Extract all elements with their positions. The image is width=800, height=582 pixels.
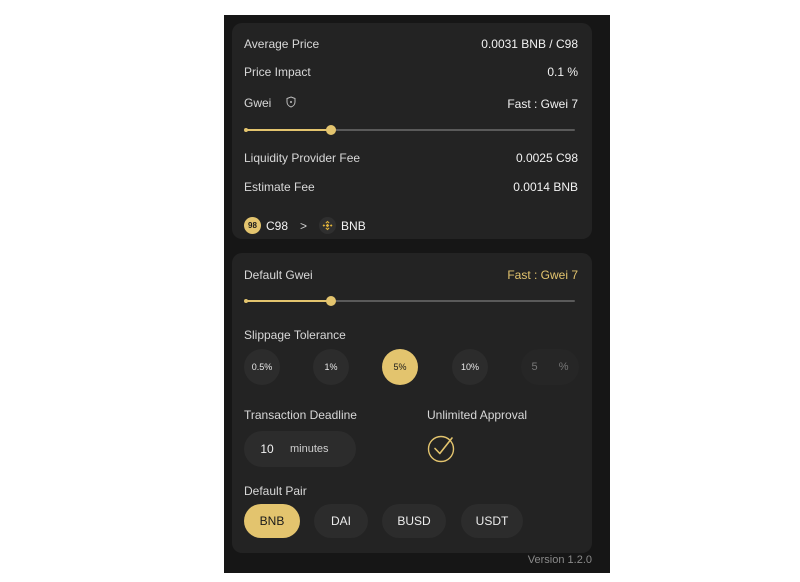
slider-start-dot [244,299,248,303]
default-gwei-slider[interactable] [244,295,575,307]
custom-slippage-input[interactable]: 5 % [521,349,579,385]
swap-route: 98 C98 > BNB [244,217,366,234]
estimate-fee-value: 0.0014 BNB [513,180,578,194]
default-gwei-row: Default Gwei Fast : Gwei 7 [244,268,578,282]
slider-handle[interactable] [325,125,336,135]
slider-fill [245,129,331,131]
route-to-token: BNB [341,218,366,233]
slider-handle[interactable] [325,296,336,306]
pair-option-busd[interactable]: BUSD [382,504,446,538]
custom-slippage-unit: % [558,361,569,373]
default-pair-label: Default Pair [244,484,307,498]
deadline-input[interactable]: 10 minutes [244,431,356,467]
gwei-slider[interactable] [244,124,575,136]
price-impact-row: Price Impact 0.1 % [244,65,578,79]
default-gwei-label: Default Gwei [244,268,313,282]
swap-details-panel: Average Price 0.0031 BNB / C98 Price Imp… [224,15,610,573]
slippage-option-5[interactable]: 5% [382,349,418,385]
unlimited-approval-label: Unlimited Approval [427,408,528,422]
shield-icon[interactable] [285,96,297,111]
slider-start-dot [244,128,248,132]
price-impact-value: 0.1 % [547,65,578,79]
gwei-value: Fast : Gwei 7 [507,96,578,111]
average-price-label: Average Price [244,37,320,51]
unlimited-approval-check-icon[interactable] [427,433,457,463]
pair-option-bnb[interactable]: BNB [244,504,300,538]
price-impact-label: Price Impact [244,65,311,79]
liquidity-fee-row: Liquidity Provider Fee 0.0025 C98 [244,151,578,165]
settings-card: Default Gwei Fast : Gwei 7 Slippage Tole… [232,253,592,553]
custom-slippage-placeholder: 5 [531,361,538,373]
route-from-token: C98 [266,218,289,233]
deadline-unit: minutes [290,443,329,455]
pair-option-dai[interactable]: DAI [314,504,368,538]
default-gwei-value: Fast : Gwei 7 [507,268,578,282]
deadline-label: Transaction Deadline [244,408,357,422]
pair-option-usdt[interactable]: USDT [461,504,523,538]
slippage-option-10[interactable]: 10% [452,349,488,385]
estimate-fee-label: Estimate Fee [244,180,315,194]
deadline-value[interactable]: 10 [244,442,290,456]
average-price-row: Average Price 0.0031 BNB / C98 [244,37,578,51]
liquidity-fee-label: Liquidity Provider Fee [244,151,361,165]
slippage-label: Slippage Tolerance [244,328,346,342]
chevron-right-icon: > [300,218,308,233]
version-label: Version 1.2.0 [527,554,592,566]
liquidity-fee-value: 0.0025 C98 [515,151,578,165]
average-price-value: 0.0031 BNB / C98 [481,37,578,51]
gwei-label: Gwei [244,96,272,110]
c98-coin-icon: 98 [244,217,261,234]
slider-fill [245,300,331,302]
slippage-option-1[interactable]: 1% [313,349,349,385]
estimate-fee-row: Estimate Fee 0.0014 BNB [244,180,578,194]
bnb-coin-icon [319,217,337,234]
gwei-row: Gwei Fast : Gwei 7 [244,96,578,111]
slippage-option-0.5[interactable]: 0.5% [244,349,280,385]
price-summary-card: Average Price 0.0031 BNB / C98 Price Imp… [232,23,592,239]
